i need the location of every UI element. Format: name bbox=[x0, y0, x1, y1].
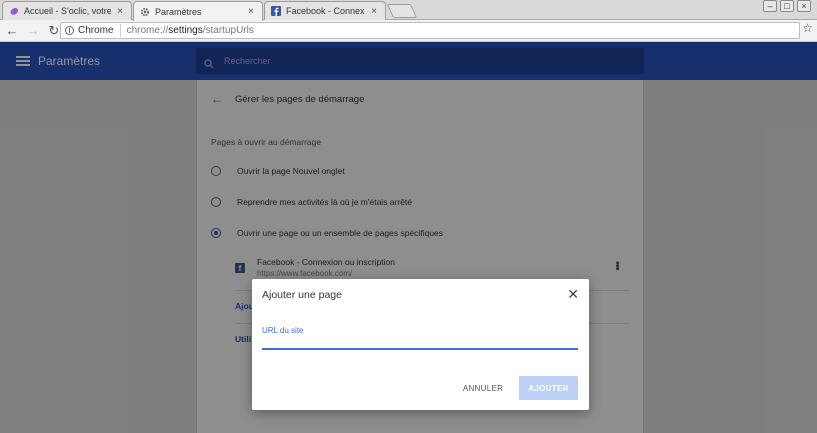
close-icon[interactable]: × bbox=[115, 6, 125, 17]
bookmark-star-icon[interactable]: ☆ bbox=[802, 21, 813, 35]
address-url: chrome://settings/startupUrls bbox=[127, 25, 254, 36]
cancel-button[interactable]: ANNULER bbox=[458, 376, 508, 400]
close-window-icon[interactable]: × bbox=[797, 0, 811, 12]
url-field-label: URL du site bbox=[262, 326, 304, 335]
chip-label: Chrome bbox=[78, 25, 114, 36]
dialog-title: Ajouter une page bbox=[262, 289, 342, 301]
url-host: settings bbox=[168, 25, 203, 36]
tab-strip: Accueil - S'oclic, votre as × Paramètres… bbox=[0, 0, 817, 21]
close-icon[interactable]: × bbox=[246, 6, 256, 17]
eggplant-icon bbox=[9, 6, 19, 16]
new-tab-button[interactable] bbox=[386, 4, 418, 18]
close-icon[interactable]: ✕ bbox=[567, 286, 579, 303]
window-controls: – □ × bbox=[763, 0, 811, 12]
url-input[interactable] bbox=[262, 336, 578, 350]
facebook-icon bbox=[271, 6, 281, 16]
address-bar[interactable]: Chrome chrome://settings/startupUrls bbox=[60, 22, 800, 39]
site-info-chip[interactable]: Chrome bbox=[61, 24, 121, 37]
tab-title: Accueil - S'oclic, votre as bbox=[24, 6, 111, 16]
tab-facebook[interactable]: Facebook - Connexion ou × bbox=[264, 1, 386, 20]
close-icon[interactable]: × bbox=[369, 6, 379, 17]
tab-title: Paramètres bbox=[155, 6, 202, 17]
add-button[interactable]: AJOUTER bbox=[519, 376, 578, 400]
minimize-icon[interactable]: – bbox=[763, 0, 777, 12]
tab-accueil[interactable]: Accueil - S'oclic, votre as × bbox=[2, 1, 132, 20]
url-scheme: chrome:// bbox=[126, 25, 169, 36]
forward-icon[interactable]: → bbox=[24, 22, 42, 40]
url-path: /startupUrls bbox=[202, 25, 254, 36]
browser-toolbar: ← → ↻ Chrome chrome://settings/startupUr… bbox=[0, 20, 817, 42]
maximize-icon[interactable]: □ bbox=[780, 0, 794, 12]
add-page-dialog: Ajouter une page ✕ URL du site ANNULER A… bbox=[252, 279, 589, 410]
tab-title: Facebook - Connexion ou bbox=[286, 6, 365, 16]
gear-icon bbox=[140, 7, 150, 17]
tab-parametres[interactable]: Paramètres × bbox=[133, 1, 263, 21]
back-icon[interactable]: ← bbox=[3, 22, 21, 40]
info-icon bbox=[65, 26, 74, 35]
